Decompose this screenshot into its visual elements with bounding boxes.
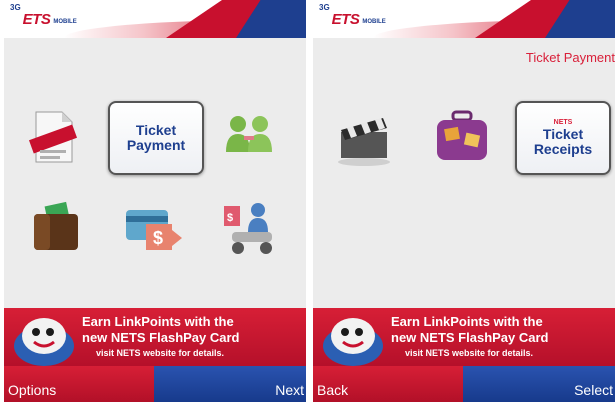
svg-text:$: $ xyxy=(153,228,163,248)
tile-label-line1: Ticket xyxy=(542,126,584,142)
wallet-icon[interactable] xyxy=(24,196,86,258)
right-screen: 3G ETS MOBILE Ticket Payment NETS Ticket… xyxy=(313,0,615,402)
select-softkey[interactable]: Select xyxy=(463,366,615,402)
mascot-icon xyxy=(323,318,383,366)
banner-line2: new NETS FlashPay Card xyxy=(82,330,240,345)
document-icon[interactable] xyxy=(22,106,84,168)
logo-suffix: MOBILE xyxy=(362,19,386,25)
clapperboard-icon[interactable] xyxy=(333,108,395,170)
page-title: Ticket Payment xyxy=(525,50,615,65)
ticket-payment-tile[interactable]: Ticket Payment xyxy=(108,101,204,175)
softkey-bar: Back Select xyxy=(313,366,615,402)
logo-badge: 3G xyxy=(319,3,330,12)
logo-brand: ETS xyxy=(331,11,360,28)
logo-brand: ETS xyxy=(22,11,51,28)
banner-line1: Earn LinkPoints with the xyxy=(82,314,234,329)
left-screen: 3G ETS MOBILE Ticket Payment $ $ Earn Li… xyxy=(4,0,306,402)
tile-label-line2: Receipts xyxy=(533,141,593,157)
svg-text:$: $ xyxy=(227,212,233,224)
options-softkey[interactable]: Options xyxy=(4,366,154,402)
ets-mobile-logo: 3G ETS MOBILE xyxy=(319,3,386,29)
scooter-person-icon[interactable]: $ xyxy=(218,198,280,260)
banner-line2: new NETS FlashPay Card xyxy=(391,330,549,345)
people-icon[interactable] xyxy=(218,106,280,168)
softkey-bar: Options Next xyxy=(4,366,306,402)
tile-label-line1: Ticket xyxy=(135,122,177,138)
mascot-icon xyxy=(14,318,74,366)
card-topup-icon[interactable]: $ xyxy=(122,200,184,262)
promo-banner[interactable]: Earn LinkPoints with the new NETS FlashP… xyxy=(4,308,306,366)
tile-label-line2: Payment xyxy=(126,137,186,153)
app-header: 3G ETS MOBILE xyxy=(313,0,615,38)
banner-line1: Earn LinkPoints with the xyxy=(391,314,543,329)
logo-suffix: MOBILE xyxy=(53,19,77,25)
ets-mobile-logo: 3G ETS MOBILE xyxy=(10,3,77,29)
logo-badge: 3G xyxy=(10,3,21,12)
banner-line3: visit NETS website for details. xyxy=(96,348,225,358)
promo-banner[interactable]: Earn LinkPoints with the new NETS FlashP… xyxy=(313,308,615,366)
suitcase-icon[interactable] xyxy=(431,106,493,168)
banner-line3: visit NETS website for details. xyxy=(405,348,534,358)
next-softkey[interactable]: Next xyxy=(154,366,306,402)
app-header: 3G ETS MOBILE xyxy=(4,0,306,38)
back-softkey[interactable]: Back xyxy=(313,366,463,402)
ticket-receipts-tile[interactable]: NETS Ticket Receipts xyxy=(515,101,611,175)
